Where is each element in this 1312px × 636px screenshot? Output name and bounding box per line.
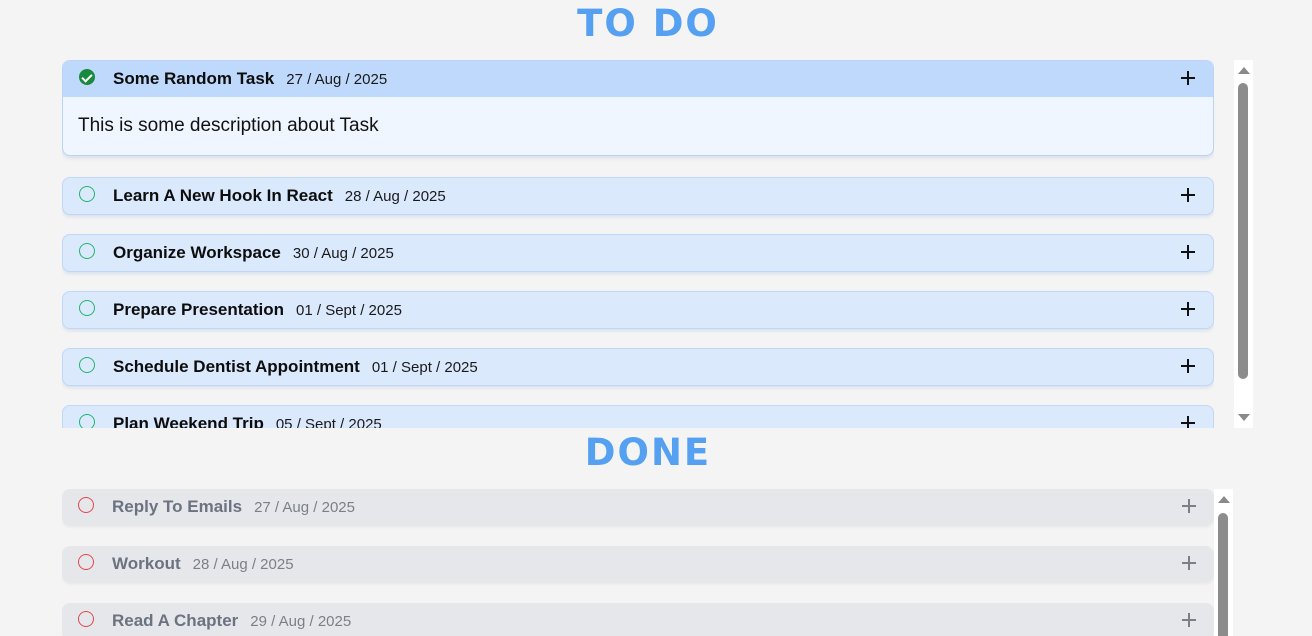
plus-icon[interactable]: [1181, 245, 1195, 259]
task-title: Workout 28 / Aug / 2025: [112, 554, 294, 574]
done-scrollbar[interactable]: [1214, 489, 1233, 636]
circle-icon[interactable]: [78, 554, 94, 570]
task-header[interactable]: Schedule Dentist Appointment 01 / Sept / …: [63, 349, 1213, 385]
task-name: Read A Chapter: [112, 611, 239, 630]
task-date: 01 / Sept / 2025: [296, 302, 402, 319]
plus-icon[interactable]: [1181, 71, 1195, 85]
task-name: Organize Workspace: [113, 243, 281, 262]
plus-icon[interactable]: [1182, 556, 1196, 570]
circle-icon[interactable]: [79, 357, 95, 373]
task-title: Learn A New Hook In React 28 / Aug / 2025: [113, 186, 446, 206]
task-date: 30 / Aug / 2025: [292, 245, 394, 262]
scrollbar-thumb[interactable]: [1238, 83, 1248, 379]
plus-icon[interactable]: [1181, 359, 1195, 373]
plus-icon[interactable]: [1182, 499, 1196, 513]
done-section-title: DONE: [584, 431, 712, 474]
task-title: Schedule Dentist Appointment 01 / Sept / …: [113, 357, 478, 377]
circle-icon[interactable]: [78, 611, 94, 627]
done-task-item[interactable]: Workout 28 / Aug / 2025: [62, 546, 1214, 582]
done-task-item[interactable]: Reply To Emails 27 / Aug / 2025: [62, 489, 1214, 525]
task-date: 05 / Sept / 2025: [275, 416, 382, 428]
task-header[interactable]: Organize Workspace 30 / Aug / 2025: [63, 235, 1213, 271]
done-list[interactable]: Reply To Emails 27 / Aug / 2025 Workout 28…: [62, 489, 1214, 636]
task-header[interactable]: Read A Chapter 29 / Aug / 2025: [62, 603, 1214, 636]
task-name: Plan Weekend Trip: [113, 414, 264, 428]
task-date: 27 / Aug / 2025: [254, 499, 355, 516]
task-name: Learn A New Hook In React: [113, 186, 333, 205]
plus-icon[interactable]: [1181, 188, 1195, 202]
scrollbar-thumb[interactable]: [1218, 513, 1228, 636]
todo-section-title: TO DO: [577, 2, 719, 45]
task-header[interactable]: Plan Weekend Trip 05 / Sept / 2025: [63, 406, 1213, 428]
circle-icon[interactable]: [79, 300, 95, 316]
circle-icon[interactable]: [79, 414, 95, 428]
task-item[interactable]: Prepare Presentation 01 / Sept / 2025: [62, 291, 1214, 329]
task-item[interactable]: Organize Workspace 30 / Aug / 2025: [62, 234, 1214, 272]
circle-icon[interactable]: [79, 186, 95, 202]
task-name: Reply To Emails: [112, 497, 243, 516]
task-date: 28 / Aug / 2025: [344, 188, 446, 205]
scroll-up-icon[interactable]: [1218, 496, 1230, 503]
todo-scrollbar[interactable]: [1234, 60, 1253, 428]
task-title: Plan Weekend Trip 05 / Sept / 2025: [113, 414, 382, 428]
task-title: Some Random Task 27 / Aug / 2025: [113, 69, 387, 89]
task-header[interactable]: Some Random Task 27 / Aug / 2025: [63, 61, 1213, 97]
task-name: Workout: [112, 554, 181, 573]
page: TO DO Some Random Task 27 / Aug / 2025 Th…: [0, 0, 1312, 636]
task-name: Schedule Dentist Appointment: [113, 357, 360, 376]
task-title: Prepare Presentation 01 / Sept / 2025: [113, 300, 402, 320]
task-header[interactable]: Learn A New Hook In React 28 / Aug / 2025: [63, 178, 1213, 214]
scroll-down-icon[interactable]: [1238, 414, 1250, 421]
task-title: Read A Chapter 29 / Aug / 2025: [112, 611, 351, 631]
task-date: 29 / Aug / 2025: [250, 613, 352, 630]
plus-icon[interactable]: [1182, 613, 1196, 627]
task-title: Organize Workspace 30 / Aug / 2025: [113, 243, 394, 263]
task-header[interactable]: Prepare Presentation 01 / Sept / 2025: [63, 292, 1213, 328]
task-name: Prepare Presentation: [113, 300, 285, 319]
task-name: Some Random Task: [113, 69, 275, 88]
check-circle-icon[interactable]: [79, 69, 95, 85]
plus-icon[interactable]: [1181, 416, 1195, 428]
task-date: 01 / Sept / 2025: [371, 359, 478, 376]
task-item[interactable]: Schedule Dentist Appointment 01 / Sept / …: [62, 348, 1214, 386]
plus-icon[interactable]: [1181, 302, 1195, 316]
circle-icon[interactable]: [79, 243, 95, 259]
task-header[interactable]: Reply To Emails 27 / Aug / 2025: [62, 489, 1214, 525]
task-header[interactable]: Workout 28 / Aug / 2025: [62, 546, 1214, 582]
task-item[interactable]: Plan Weekend Trip 05 / Sept / 2025: [62, 405, 1214, 428]
done-task-item[interactable]: Read A Chapter 29 / Aug / 2025: [62, 603, 1214, 636]
task-item-expanded[interactable]: Some Random Task 27 / Aug / 2025 This is …: [62, 60, 1214, 156]
scroll-up-icon[interactable]: [1238, 67, 1250, 74]
task-date: 28 / Aug / 2025: [192, 556, 294, 573]
task-item[interactable]: Learn A New Hook In React 28 / Aug / 2025: [62, 177, 1214, 215]
task-description: This is some description about Task: [78, 115, 379, 136]
circle-icon[interactable]: [78, 497, 94, 513]
task-title: Reply To Emails 27 / Aug / 2025: [112, 497, 355, 517]
task-date: 27 / Aug / 2025: [286, 71, 388, 88]
todo-list[interactable]: Some Random Task 27 / Aug / 2025 This is …: [62, 60, 1214, 428]
